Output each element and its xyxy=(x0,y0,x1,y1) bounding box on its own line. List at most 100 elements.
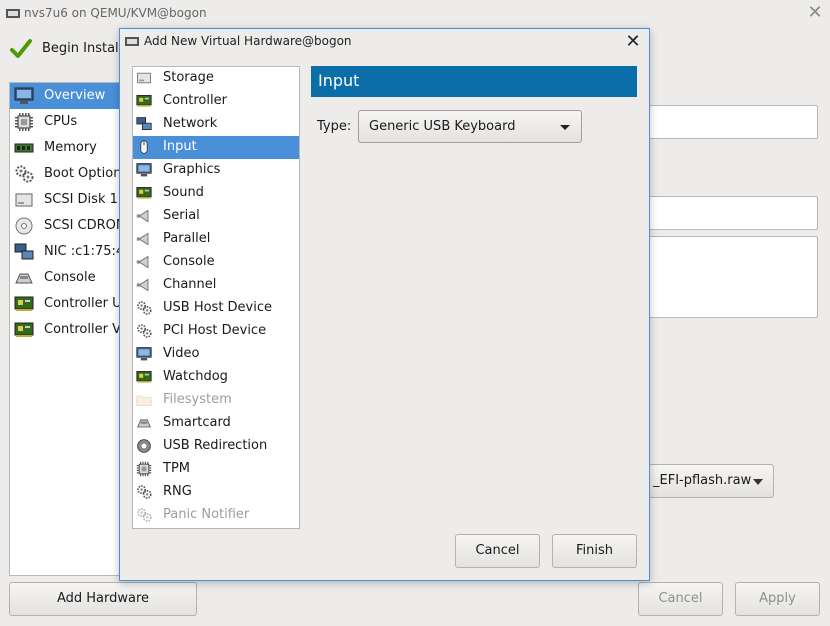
hardware-item-nic-c1-75-4[interactable]: NIC :c1:75:4 xyxy=(10,239,121,265)
disk-drive-icon xyxy=(14,190,34,210)
hardware-item-controller-v[interactable]: Controller V xyxy=(10,317,121,343)
hardware-item-label: NIC :c1:75:4 xyxy=(44,244,121,259)
smartcard-icon xyxy=(136,415,152,431)
hardware-item-label: Overview xyxy=(44,88,106,103)
video-monitor-icon xyxy=(136,346,152,362)
device-item-sound[interactable]: Sound xyxy=(133,182,299,205)
window-icon xyxy=(6,9,20,18)
hardware-item-label: Boot Option xyxy=(44,166,121,181)
cdrom-icon xyxy=(14,216,34,236)
dropdown-arrow-icon xyxy=(753,479,763,485)
device-item-pci-host-device[interactable]: PCI Host Device xyxy=(133,320,299,343)
hardware-item-console[interactable]: Console xyxy=(10,265,121,291)
device-item-label: Console xyxy=(163,254,215,269)
hardware-item-cpus[interactable]: CPUs xyxy=(10,109,121,135)
device-item-controller[interactable]: Controller xyxy=(133,90,299,113)
controller-card-icon xyxy=(14,294,34,314)
firmware-value: _EFI-pflash.raw xyxy=(653,473,752,488)
controller-card-icon xyxy=(14,320,34,340)
hardware-item-memory[interactable]: Memory xyxy=(10,135,121,161)
hardware-item-label: Controller U xyxy=(44,296,121,311)
device-item-rng[interactable]: RNG xyxy=(133,481,299,504)
main-cancel-button[interactable]: Cancel xyxy=(638,582,723,616)
hardware-item-label: Memory xyxy=(44,140,97,155)
device-item-console[interactable]: Console xyxy=(133,251,299,274)
add-hardware-button[interactable]: Add Hardware xyxy=(9,582,197,616)
tpm-chip-icon xyxy=(136,461,152,477)
begin-installation-button[interactable]: Begin Instal xyxy=(42,41,119,56)
hardware-list[interactable]: Overview CPUs Memory Boot Option SCSI Disk 1… xyxy=(9,82,121,576)
device-item-network[interactable]: Network xyxy=(133,113,299,136)
input-type-value: Generic USB Keyboard xyxy=(369,119,516,134)
device-type-list[interactable]: Storage Controller Network Input Graphics Sou… xyxy=(132,66,300,529)
sound-card-icon xyxy=(136,185,152,201)
finish-button[interactable]: Finish xyxy=(552,534,637,568)
device-item-label: RNG xyxy=(163,484,192,499)
device-item-label: Parallel xyxy=(163,231,211,246)
add-hardware-dialog: Add New Virtual Hardware@bogon ✕ Storage… xyxy=(119,28,650,581)
network-icon xyxy=(14,242,34,262)
hardware-item-controller-u[interactable]: Controller U xyxy=(10,291,121,317)
device-item-smartcard[interactable]: Smartcard xyxy=(133,412,299,435)
main-window-title: nvs7u6 on QEMU/KVM@bogon xyxy=(24,6,207,20)
page-title: Input xyxy=(318,71,360,90)
device-item-label: Serial xyxy=(163,208,200,223)
hardware-item-label: SCSI CDROM xyxy=(44,218,121,233)
dropdown-arrow-icon xyxy=(560,125,570,130)
device-item-filesystem: Filesystem xyxy=(133,389,299,412)
device-item-label: Smartcard xyxy=(163,415,231,430)
device-item-label: PCI Host Device xyxy=(163,323,267,338)
device-item-label: TPM xyxy=(163,461,190,476)
panic-notifier-icon xyxy=(136,507,152,523)
dialog-close-icon[interactable]: ✕ xyxy=(623,32,643,52)
console-icon xyxy=(14,268,34,288)
device-item-label: Sound xyxy=(163,185,204,200)
device-item-usb-redirection[interactable]: USB Redirection xyxy=(133,435,299,458)
apply-button[interactable]: Apply xyxy=(735,582,820,616)
details-field[interactable] xyxy=(648,196,818,230)
device-item-serial[interactable]: Serial xyxy=(133,205,299,228)
parallel-plug-icon xyxy=(136,231,152,247)
device-item-parallel[interactable]: Parallel xyxy=(133,228,299,251)
input-type-select[interactable]: Generic USB Keyboard xyxy=(358,110,582,143)
device-item-label: Filesystem xyxy=(163,392,232,407)
device-item-input[interactable]: Input xyxy=(133,136,299,159)
watchdog-icon xyxy=(136,369,152,385)
dialog-cancel-button[interactable]: Cancel xyxy=(455,534,540,568)
checkmark-icon[interactable] xyxy=(10,38,32,60)
device-item-label: Input xyxy=(163,139,197,154)
usb-redirection-icon xyxy=(136,438,152,454)
device-item-usb-host-device[interactable]: USB Host Device xyxy=(133,297,299,320)
device-item-label: USB Redirection xyxy=(163,438,268,453)
hardware-item-overview[interactable]: Overview xyxy=(10,83,121,109)
gears-icon xyxy=(14,164,34,184)
main-close-icon[interactable]: ✕ xyxy=(806,4,824,22)
network-icon xyxy=(136,116,152,132)
device-item-video[interactable]: Video xyxy=(133,343,299,366)
details-textarea[interactable] xyxy=(648,236,818,318)
device-item-label: Channel xyxy=(163,277,217,292)
type-label: Type: xyxy=(317,119,352,134)
hardware-item-boot-option[interactable]: Boot Option xyxy=(10,161,121,187)
folder-icon xyxy=(136,392,152,408)
device-item-label: USB Host Device xyxy=(163,300,273,315)
hardware-item-scsi-disk-1[interactable]: SCSI Disk 1 xyxy=(10,187,121,213)
hardware-item-label: Controller V xyxy=(44,322,121,337)
device-item-graphics[interactable]: Graphics xyxy=(133,159,299,182)
firmware-select[interactable]: _EFI-pflash.raw xyxy=(648,464,774,498)
details-field[interactable] xyxy=(648,105,818,139)
device-item-tpm[interactable]: TPM xyxy=(133,458,299,481)
device-item-storage[interactable]: Storage xyxy=(133,67,299,90)
device-item-label: Video xyxy=(163,346,200,361)
monitor-icon xyxy=(14,86,34,106)
hardware-item-label: Console xyxy=(44,270,96,285)
device-item-channel[interactable]: Channel xyxy=(133,274,299,297)
channel-plug-icon xyxy=(136,277,152,293)
device-item-watchdog[interactable]: Watchdog xyxy=(133,366,299,389)
storage-icon xyxy=(136,70,152,86)
monitor-icon xyxy=(136,162,152,178)
hardware-item-scsi-cdrom[interactable]: SCSI CDROM xyxy=(10,213,121,239)
hardware-item-label: CPUs xyxy=(44,114,78,129)
hardware-item-label: SCSI Disk 1 xyxy=(44,192,118,207)
device-item-panic-notifier: Panic Notifier xyxy=(133,504,299,527)
